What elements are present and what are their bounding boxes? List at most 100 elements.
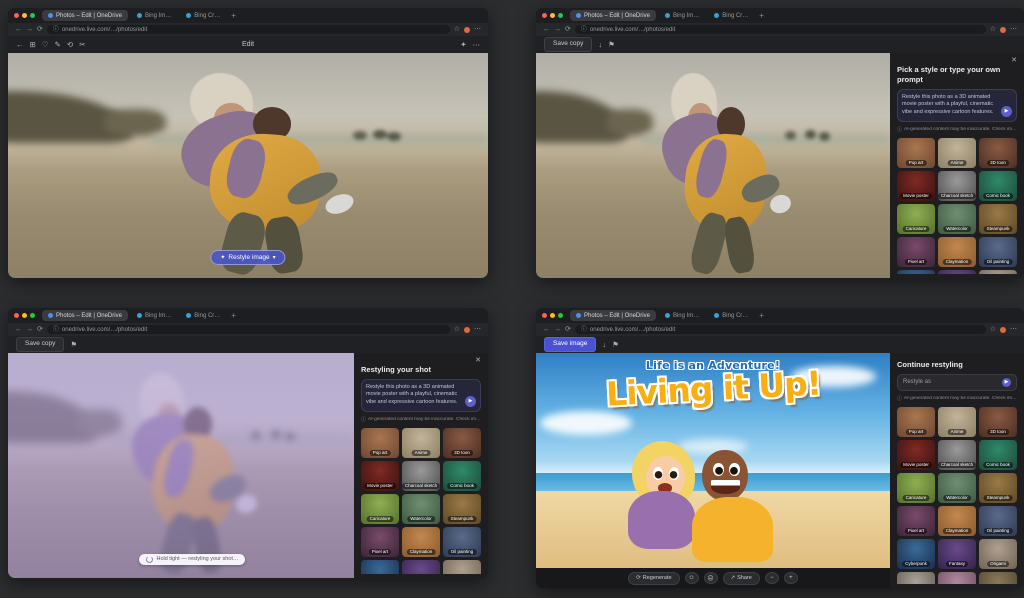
browser-tab[interactable]: Photos – Edit | OneDrive — [570, 310, 656, 321]
browser-tab[interactable]: Bing Im… — [659, 10, 705, 21]
save-copy-button[interactable]: Save copy — [16, 337, 64, 352]
forward-icon[interactable]: → — [554, 26, 561, 33]
restyle-as-input[interactable]: Restyle as ▶ — [897, 374, 1017, 391]
style-thumbnail-vintage[interactable]: Vintage — [979, 572, 1017, 584]
profile-avatar[interactable] — [1000, 27, 1006, 33]
refresh-icon[interactable]: ⟳ — [565, 26, 571, 33]
style-thumbnail-movie-poster[interactable]: Movie poster — [361, 461, 399, 491]
style-thumbnail-3d-toon[interactable]: 3D toon — [979, 407, 1017, 437]
style-thumbnail-pixel-art[interactable]: Pixel art — [897, 237, 935, 267]
style-thumbnail-steampunk[interactable]: Steampunk — [979, 473, 1017, 503]
save-image-button[interactable]: Save image — [544, 337, 596, 352]
style-thumbnail-origami[interactable]: Origami — [443, 560, 481, 574]
style-thumbnail-cyberpunk[interactable]: Cyberpunk — [361, 560, 399, 574]
style-thumbnail-anime[interactable]: Anime — [938, 138, 976, 168]
style-thumbnail-oil-painting[interactable]: Oil painting — [979, 237, 1017, 267]
url-field[interactable]: ⓘ onedrive.live.com/…/photos/edit — [575, 25, 986, 34]
profile-avatar[interactable] — [1000, 327, 1006, 333]
more-options-icon[interactable]: ⋯ — [473, 41, 481, 49]
style-thumbnail-comic-book[interactable]: Comic book — [979, 440, 1017, 470]
back-icon[interactable]: ← — [16, 41, 24, 49]
browser-tab[interactable]: Bing Cr… — [180, 10, 226, 21]
style-thumbnail-anime[interactable]: Anime — [402, 428, 440, 458]
favorite-star-icon[interactable]: ☆ — [990, 26, 996, 33]
browser-tab[interactable]: Bing Im… — [659, 310, 705, 321]
style-thumbnail-3d-toon[interactable]: 3D toon — [979, 138, 1017, 168]
back-icon[interactable]: ← — [543, 326, 550, 333]
profile-avatar[interactable] — [464, 27, 470, 33]
save-copy-button[interactable]: Save copy — [544, 37, 592, 52]
style-thumbnail-charcoal-sketch[interactable]: Charcoal sketch — [938, 440, 976, 470]
style-thumbnail-pop-art[interactable]: Pop art — [361, 428, 399, 458]
style-thumbnail-sketch[interactable]: Sketch — [897, 572, 935, 584]
favorite-star-icon[interactable]: ☆ — [454, 326, 460, 333]
style-thumbnail-movie-poster[interactable]: Movie poster — [897, 171, 935, 201]
style-thumbnail-3d-toon[interactable]: 3D toon — [443, 428, 481, 458]
download-icon[interactable]: ↓ — [602, 341, 606, 349]
close-window-button[interactable] — [542, 313, 547, 318]
site-info-icon[interactable]: ⓘ — [53, 27, 59, 33]
refresh-icon[interactable]: ⟳ — [37, 326, 43, 333]
browser-menu-icon[interactable]: ⋯ — [474, 326, 481, 333]
minimize-window-button[interactable] — [550, 13, 555, 18]
bookmark-icon[interactable]: ⚑ — [70, 341, 77, 349]
regenerate-button[interactable]: ⟳ Regenerate — [628, 572, 679, 585]
maximize-window-button[interactable] — [30, 313, 35, 318]
share-button[interactable]: ↗ Share — [723, 572, 760, 585]
site-info-icon[interactable]: ⓘ — [581, 327, 587, 333]
zoom-out-button[interactable]: − — [765, 572, 779, 584]
browser-tab[interactable]: Photos – Edit | OneDrive — [42, 310, 128, 321]
style-thumbnail-steampunk[interactable]: Steampunk — [979, 204, 1017, 234]
thumbs-up-button[interactable]: ☺ — [685, 572, 699, 584]
close-window-button[interactable] — [14, 313, 19, 318]
close-icon[interactable]: ✕ — [475, 356, 481, 364]
browser-tab[interactable]: Bing Cr… — [708, 310, 754, 321]
style-thumbnail-comic-book[interactable]: Comic book — [443, 461, 481, 491]
close-window-button[interactable] — [14, 13, 19, 18]
minimize-window-button[interactable] — [550, 313, 555, 318]
style-thumbnail-fantasy[interactable]: Fantasy — [938, 539, 976, 569]
style-thumbnail-pastel[interactable]: Pastel — [938, 572, 976, 584]
back-icon[interactable]: ← — [15, 26, 22, 33]
browser-menu-icon[interactable]: ⋯ — [474, 26, 481, 33]
edit-icon[interactable]: ✎ — [55, 41, 61, 49]
style-thumbnail-comic-book[interactable]: Comic book — [979, 171, 1017, 201]
style-thumbnail-caricature[interactable]: Caricature — [361, 494, 399, 524]
style-thumbnail-cyberpunk[interactable]: Cyberpunk — [897, 270, 935, 274]
grid-view-icon[interactable]: ⊞ — [30, 41, 36, 49]
style-thumbnail-movie-poster[interactable]: Movie poster — [897, 440, 935, 470]
new-tab-button[interactable]: + — [229, 12, 238, 20]
new-tab-button[interactable]: + — [229, 312, 238, 320]
style-thumbnail-oil-painting[interactable]: Oil painting — [979, 506, 1017, 536]
minimize-window-button[interactable] — [22, 13, 27, 18]
back-icon[interactable]: ← — [15, 326, 22, 333]
browser-tab[interactable]: Bing Cr… — [708, 10, 754, 21]
minimize-window-button[interactable] — [22, 313, 27, 318]
prompt-input[interactable]: Restyle this photo as a 3D animated movi… — [361, 379, 481, 412]
window-controls[interactable] — [14, 313, 35, 318]
browser-tab[interactable]: Photos – Edit | OneDrive — [42, 10, 128, 21]
profile-avatar[interactable] — [464, 327, 470, 333]
refresh-icon[interactable]: ⟳ — [565, 326, 571, 333]
site-info-icon[interactable]: ⓘ — [53, 327, 59, 333]
forward-icon[interactable]: → — [554, 326, 561, 333]
new-tab-button[interactable]: + — [757, 12, 766, 20]
style-thumbnail-oil-painting[interactable]: Oil painting — [443, 527, 481, 557]
window-controls[interactable] — [542, 13, 563, 18]
submit-prompt-button[interactable]: ▶ — [1001, 106, 1012, 117]
style-thumbnail-origami[interactable]: Origami — [979, 539, 1017, 569]
back-icon[interactable]: ← — [543, 26, 550, 33]
prompt-input[interactable]: Restyle this photo as a 3D animated movi… — [897, 89, 1017, 122]
bookmark-icon[interactable]: ⚑ — [612, 341, 619, 349]
style-thumbnail-anime[interactable]: Anime — [938, 407, 976, 437]
url-field[interactable]: ⓘ onedrive.live.com/…/photos/edit — [575, 325, 986, 334]
style-thumbnail-pop-art[interactable]: Pop art — [897, 407, 935, 437]
new-tab-button[interactable]: + — [757, 312, 766, 320]
style-thumbnail-caricature[interactable]: Caricature — [897, 204, 935, 234]
browser-tab[interactable]: Bing Im… — [131, 310, 177, 321]
rotate-icon[interactable]: ⟲ — [67, 41, 73, 49]
zoom-in-button[interactable]: + — [784, 572, 798, 584]
window-controls[interactable] — [542, 313, 563, 318]
browser-menu-icon[interactable]: ⋯ — [1010, 326, 1017, 333]
ai-sparkle-icon[interactable]: ✦ — [460, 41, 466, 49]
